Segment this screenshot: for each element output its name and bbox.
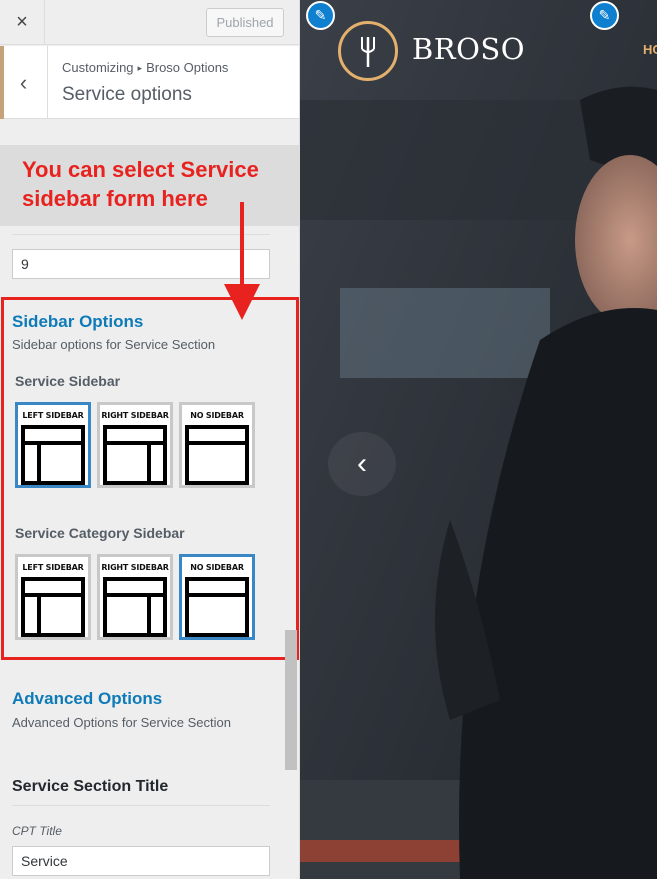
chevron-left-icon: ‹ — [19, 69, 28, 95]
advanced-options-title[interactable]: Advanced Options — [12, 689, 162, 709]
annotation-arrow — [224, 202, 260, 320]
cpt-title-label: CPT Title — [12, 824, 62, 838]
chevron-left-icon: ‹ — [357, 447, 367, 480]
divider — [12, 805, 270, 806]
annotation-highlight-box — [1, 297, 299, 660]
breadcrumb: Customizing ▸ Broso Options — [62, 60, 228, 75]
scrollbar[interactable] — [285, 630, 297, 770]
breadcrumb-separator-icon: ▸ — [137, 63, 143, 73]
fork-logo-icon[interactable] — [338, 21, 398, 81]
slider-prev-button[interactable]: ‹ — [328, 432, 396, 496]
breadcrumb-parent: Broso Options — [146, 60, 229, 75]
pencil-icon[interactable]: ✎ — [306, 1, 335, 30]
cpt-title-input[interactable]: Service — [12, 846, 270, 876]
site-preview: BROSO HO ✎ ✎ ‹ — [300, 0, 657, 879]
published-button[interactable]: Published — [206, 8, 284, 37]
service-section-title-heading: Service Section Title — [12, 778, 169, 795]
pencil-icon[interactable]: ✎ — [590, 1, 619, 30]
back-button[interactable]: ‹ — [0, 46, 48, 119]
customizer-topbar: × Published — [0, 0, 299, 45]
site-logo-text[interactable]: BROSO — [412, 32, 525, 66]
page-title: Service options — [62, 84, 192, 105]
advanced-options-description: Advanced Options for Service Section — [12, 715, 231, 730]
close-button[interactable]: × — [0, 0, 45, 45]
breadcrumb-root: Customizing — [62, 60, 134, 75]
section-header: ‹ Customizing ▸ Broso Options Service opti… — [0, 46, 299, 119]
close-icon: × — [16, 11, 28, 33]
customizer-panel: × Published ‹ Customizing ▸ Broso Options … — [0, 0, 300, 879]
nav-item-home[interactable]: HO — [643, 42, 657, 57]
